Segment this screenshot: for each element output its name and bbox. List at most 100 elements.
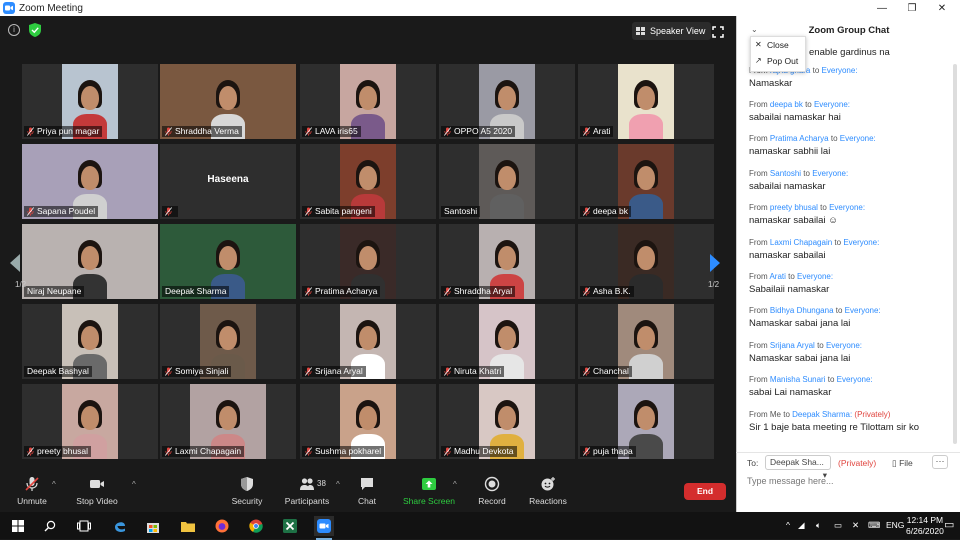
participant-tile[interactable]: Somiya Sinjali [160,304,296,379]
zoom-logo-icon [3,2,15,14]
keyboard-icon[interactable]: ⌨ [868,520,880,531]
participant-tile[interactable]: preety bhusal [22,384,158,459]
chat-sender[interactable]: Santoshi [770,169,801,178]
system-clock[interactable]: 12:14 PM 6/26/2020 [906,515,944,537]
chat-message-input[interactable]: Type message here... [747,476,834,486]
chat-sender[interactable]: Bidhya Dhungana [770,306,834,315]
speaker-mute-icon[interactable]: ✕ [852,520,859,531]
privately-tag: (Privately) [854,409,891,419]
chat-recipient-row: To: Deepak Sha... ▾ (Privately) ▯ File ·… [736,452,960,480]
audio-options-caret-icon[interactable]: ^ [52,480,56,489]
participant-tile[interactable]: Niruta Khatri [439,304,575,379]
participant-tile[interactable]: Niraj Neupane [22,224,158,299]
participant-name-label: Shraddha Verma [162,126,242,137]
windows-start-icon[interactable] [8,516,28,536]
zoom-taskbar-icon[interactable] [314,516,334,540]
participant-tile[interactable]: Santoshi [439,144,575,219]
participant-tile[interactable]: Sapana Poudel [22,144,158,219]
chat-sender[interactable]: Pratima Acharya [770,134,829,143]
search-icon[interactable] [40,516,60,536]
participant-tile[interactable]: puja thapa [578,384,714,459]
chat-message-text: Namaskar sabai jana lai [749,318,851,330]
chat-scrollbar[interactable] [953,64,957,444]
close-menu-item[interactable]: ✕ Close [751,37,805,53]
participant-tile[interactable]: Haseena [160,144,296,219]
participant-tile[interactable]: Laxmi Chapagain [160,384,296,459]
end-meeting-button[interactable]: End [684,483,726,500]
info-icon[interactable]: i [8,24,20,36]
edge-browser-icon[interactable] [110,516,130,536]
file-explorer-icon[interactable] [178,516,198,536]
reactions-label: Reactions [529,496,567,506]
participant-tile[interactable]: Deepak Sharma [160,224,296,299]
participant-video [479,144,535,219]
wifi-signal-icon[interactable]: ◢ [798,520,805,531]
volume-icon[interactable]: 🔈︎ [816,520,821,531]
fullscreen-icon[interactable] [712,26,724,38]
pop-out-menu-item[interactable]: ↗ Pop Out [751,53,805,69]
chat-recipient: Everyone: [812,168,849,178]
encryption-shield-icon[interactable] [28,22,42,38]
participant-tile[interactable]: Deepak Bashyal [22,304,158,379]
previous-page-arrow-icon[interactable] [10,254,20,272]
participant-tile[interactable]: Pratima Acharya [300,224,436,299]
task-view-icon[interactable] [74,516,94,536]
participant-tile[interactable]: LAVA iris65 [300,64,436,139]
participant-tile[interactable]: Priya pun magar [22,64,158,139]
smiley-plus-icon [541,477,555,491]
notification-icon[interactable]: ▭ [944,518,954,531]
participant-name-label: Asha B.K. [580,286,634,297]
participant-tile[interactable]: Shraddha Verma [160,64,296,139]
file-button[interactable]: ▯ File [892,458,913,469]
chat-sender[interactable]: Srijana Aryal [770,341,815,350]
participant-name-label: Srijana Aryal [302,366,366,377]
chat-message: From preety bhusal to Everyone: namaskar… [749,203,953,226]
muted-mic-icon [305,287,312,296]
security-label: Security [231,496,263,506]
chat-message: From Manisha Sunari to Everyone: sabai L… [749,375,953,398]
speaker-view-button[interactable]: Speaker View [632,22,712,40]
page-indicator-left: 1/2 [15,280,27,289]
store-icon[interactable] [143,516,163,536]
more-options-button[interactable]: ··· [932,455,948,469]
video-options-caret-icon[interactable]: ^ [132,480,136,489]
chat-sender[interactable]: preety bhusal [770,203,818,212]
unmute-label: Unmute [17,496,47,506]
participant-tile[interactable]: Madhu Devkota [439,384,575,459]
unmute-button[interactable]: Unmute [0,476,67,508]
participant-tile[interactable]: Chanchal [578,304,714,379]
chat-recipient: Everyone: [825,340,862,350]
language-indicator[interactable]: ENG [886,520,904,530]
close-window-button[interactable]: ✕ [927,0,957,16]
maximize-button[interactable]: ❐ [897,0,927,16]
chat-message-meta: From Santoshi to Everyone: [749,168,849,178]
chat-sender[interactable]: Arati [769,272,785,281]
stop-video-button[interactable]: Stop Video [62,476,132,508]
participant-tile[interactable]: OPPO A5 2020 [439,64,575,139]
firefox-icon[interactable] [212,516,232,536]
chrome-icon[interactable] [246,516,266,536]
next-page-arrow-icon[interactable] [710,254,720,272]
participant-tile[interactable]: Asha B.K. [578,224,714,299]
network-icon[interactable]: ▭ [834,520,842,531]
participant-tile[interactable]: deepa bk [578,144,714,219]
participant-name-label: preety bhusal [24,446,92,457]
minimize-button[interactable]: — [867,0,897,16]
reactions-button[interactable]: Reactions [513,476,583,508]
video-gallery: i Speaker View Priya pun magar Shraddha V… [0,16,736,472]
participant-tile[interactable]: Sabita pangeni [300,144,436,219]
participant-tile[interactable]: Sushma pokharel [300,384,436,459]
participant-tile[interactable]: Srijana Aryal [300,304,436,379]
participant-tile[interactable]: Shraddha Aryal [439,224,575,299]
show-hidden-icons-icon[interactable]: ^ [786,520,790,530]
chat-sender[interactable]: Laxmi Chapagain [770,238,832,247]
chat-sender[interactable]: Manisha Sunari [770,375,826,384]
recipient-select[interactable]: Deepak Sha... ▾ [765,455,831,480]
chat-sender[interactable]: deepa bk [770,100,803,109]
participant-tile[interactable]: Arati [578,64,714,139]
chat-button[interactable]: Chat [332,476,402,508]
excel-icon[interactable] [280,516,300,536]
participants-label: Participants [284,496,330,506]
chat-message-meta: From Laxmi Chapagain to Everyone: [749,237,880,247]
muted-mic-icon [165,447,172,456]
